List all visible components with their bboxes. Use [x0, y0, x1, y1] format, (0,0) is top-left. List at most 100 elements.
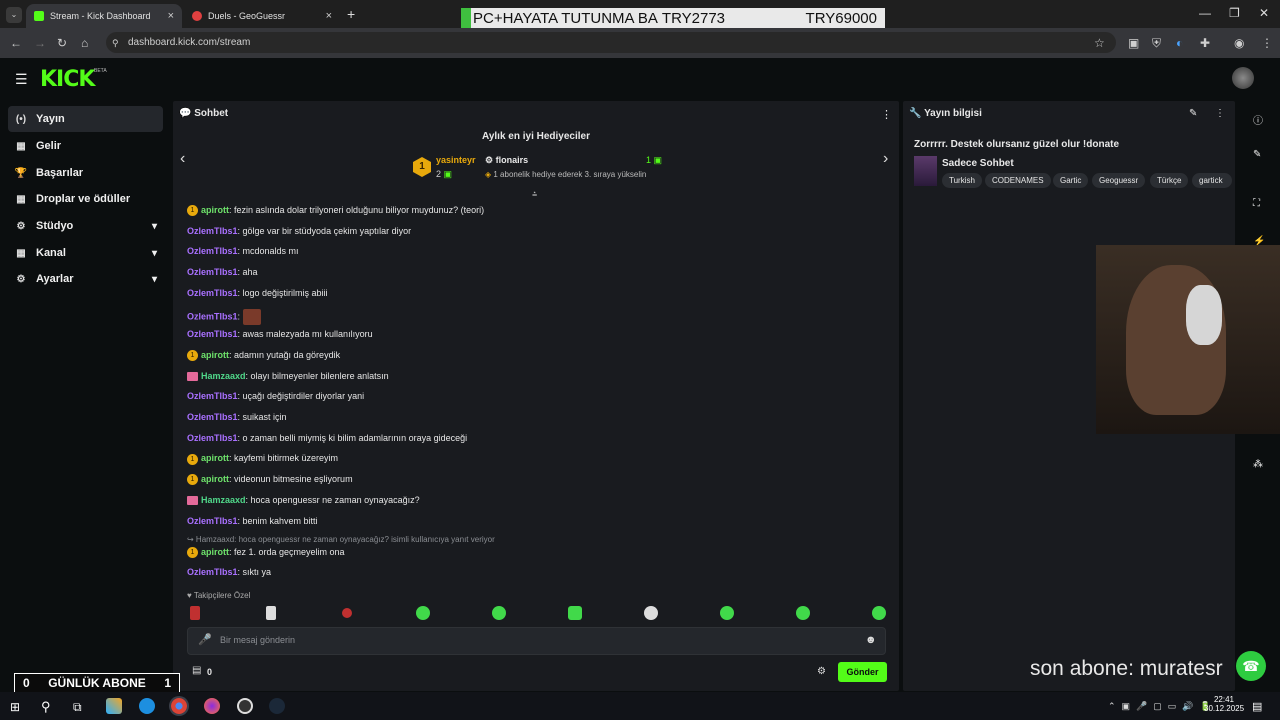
chat-username[interactable]: OzlemTlbs1: [187, 433, 238, 443]
extension-icon[interactable]: ▣: [1128, 36, 1139, 50]
copilot-icon[interactable]: [106, 698, 122, 714]
tab-search-button[interactable]: ⌄: [6, 7, 22, 23]
chat-username[interactable]: Hamzaaxd: [201, 371, 246, 381]
emote-item[interactable]: [872, 606, 886, 620]
firefox-icon[interactable]: [204, 698, 220, 714]
chat-username[interactable]: OzlemTlbs1: [187, 267, 238, 277]
edit-rail-icon[interactable]: ✎: [1253, 149, 1261, 160]
new-tab-button[interactable]: +: [347, 6, 355, 22]
user-avatar[interactable]: [1232, 67, 1254, 89]
sidebar-item-basarilar[interactable]: 🏆 Başarılar: [8, 160, 163, 186]
chevron-down-icon[interactable]: ▾: [152, 221, 157, 232]
emote-item[interactable]: [190, 606, 200, 620]
emote-item[interactable]: [720, 606, 734, 620]
clock[interactable]: 22:41 30.12.2025: [1204, 695, 1244, 713]
chat-username[interactable]: OzlemTlbs1: [187, 391, 238, 401]
sidebar-item-kanal[interactable]: ▦ Kanal ▾: [8, 240, 163, 266]
extension-blue-icon[interactable]: ◐: [1176, 36, 1183, 50]
edit-icon[interactable]: ✎: [1189, 108, 1197, 119]
search-icon[interactable]: ⚲: [41, 699, 51, 715]
emote-item[interactable]: [266, 606, 276, 620]
emote-item[interactable]: [416, 606, 430, 620]
info-icon[interactable]: ⓘ: [1253, 112, 1263, 127]
home-icon[interactable]: ⌂: [81, 36, 88, 50]
chat-username[interactable]: OzlemTlbs1: [187, 329, 238, 339]
sidebar-item-gelir[interactable]: ▦ Gelir: [8, 133, 163, 159]
subscriber-badge-icon: 1: [187, 350, 198, 362]
info-options-icon[interactable]: ⋮: [1215, 108, 1225, 119]
chat-settings-icon[interactable]: ⚙: [817, 666, 826, 677]
hamburger-menu-icon[interactable]: ☰: [15, 71, 28, 88]
chat-username[interactable]: apirott: [201, 474, 229, 484]
revenue-icon: ▦: [16, 140, 26, 152]
close-tab-icon[interactable]: ×: [326, 10, 332, 22]
tag-pill: gartick: [1192, 173, 1232, 188]
site-info-icon[interactable]: ⚲: [112, 38, 119, 49]
chat-username[interactable]: Hamzaaxd: [201, 495, 246, 505]
profile-icon[interactable]: ◉: [1234, 36, 1244, 50]
forward-icon[interactable]: →: [34, 36, 46, 50]
tab-geoguessr[interactable]: Duels - GeoGuessr ×: [184, 4, 340, 28]
edge-icon[interactable]: [139, 698, 155, 714]
chat-username[interactable]: OzlemTlbs1: [187, 226, 238, 236]
steam-icon[interactable]: [269, 698, 285, 714]
studio-icon: ⚙: [16, 220, 26, 232]
share-icon[interactable]: ⁂: [1253, 459, 1263, 470]
close-window-icon[interactable]: ✕: [1259, 6, 1269, 20]
sidebar-item-studyo[interactable]: ⚙ Stüdyo ▾: [8, 213, 163, 239]
emoji-icon[interactable]: ☻: [865, 634, 877, 646]
shield-icon[interactable]: ⛨: [1152, 36, 1161, 51]
emote-item[interactable]: [796, 606, 810, 620]
minimize-icon[interactable]: —: [1199, 6, 1211, 20]
support-chat-icon[interactable]: ☎: [1236, 651, 1266, 681]
notifications-icon[interactable]: ▤: [1252, 700, 1262, 713]
sidebar-item-ayarlar[interactable]: ⚙ Ayarlar ▾: [8, 266, 163, 292]
chat-username[interactable]: OzlemTlbs1: [187, 412, 238, 422]
chat-username[interactable]: OzlemTlbs1: [187, 246, 238, 256]
chat-username[interactable]: apirott: [201, 453, 229, 463]
chat-options-icon[interactable]: ⋮: [881, 108, 892, 121]
gifters-next-icon[interactable]: ›: [883, 150, 888, 168]
gifters-prev-icon[interactable]: ‹: [180, 150, 185, 168]
chevron-down-icon[interactable]: ▾: [152, 248, 157, 259]
system-tray-icons[interactable]: ⌃▣🎤▢▭🔊🔋: [1108, 701, 1217, 712]
focus-icon[interactable]: ⛶: [1253, 198, 1260, 209]
browser-menu-icon[interactable]: ⋮: [1261, 36, 1273, 50]
kick-logo[interactable]: KICK: [40, 67, 95, 92]
chat-username[interactable]: apirott: [201, 350, 229, 360]
emote-item[interactable]: [644, 606, 658, 620]
puzzle-icon[interactable]: ✚: [1200, 36, 1210, 50]
send-button[interactable]: Gönder: [838, 662, 887, 682]
chat-text: : hoca openguessr ne zaman oynayacağız?: [245, 494, 420, 505]
chat-username[interactable]: OzlemTlbs1: [187, 288, 238, 298]
chevron-down-icon[interactable]: ▾: [152, 274, 157, 285]
category-name[interactable]: Sadece Sohbet: [942, 158, 1014, 169]
windows-start-icon[interactable]: ⊞: [10, 700, 20, 714]
restore-icon[interactable]: ❐: [1229, 6, 1240, 20]
emote-item[interactable]: [568, 606, 582, 620]
chat-username[interactable]: apirott: [201, 547, 229, 557]
back-icon[interactable]: ←: [10, 36, 22, 50]
obs-icon[interactable]: [237, 698, 253, 714]
microphone-icon[interactable]: 🎤: [198, 633, 212, 646]
emote-item[interactable]: [492, 606, 506, 620]
task-view-icon[interactable]: ⧉: [73, 700, 82, 715]
collapse-gifters-icon[interactable]: ⩮: [532, 189, 537, 200]
clock-time: 22:41: [1213, 695, 1235, 704]
close-tab-icon[interactable]: ×: [168, 10, 174, 22]
tab-kick-dashboard[interactable]: Stream - Kick Dashboard ×: [26, 4, 182, 28]
gifter2-name[interactable]: ⚙ flonairs: [485, 155, 528, 166]
bookmark-star-icon[interactable]: ☆: [1094, 36, 1105, 50]
chat-username[interactable]: apirott: [201, 205, 229, 215]
chat-username[interactable]: OzlemTlbs1: [187, 311, 238, 321]
chat-username[interactable]: OzlemTlbs1: [187, 567, 238, 577]
reload-icon[interactable]: ↻: [57, 36, 67, 50]
sidebar-item-droplar[interactable]: ▦ Droplar ve ödüller: [8, 186, 163, 212]
sidebar-item-yayin[interactable]: (•) Yayın: [8, 106, 163, 132]
address-bar-input[interactable]: dashboard.kick.com/stream: [106, 32, 1116, 53]
chrome-icon[interactable]: [171, 698, 187, 714]
chat-message: OzlemTlbs1: logo değiştirilmiş abiii: [187, 288, 328, 298]
gifter-name[interactable]: yasinteyr: [436, 155, 476, 165]
emote-item[interactable]: [342, 608, 352, 618]
chat-username[interactable]: OzlemTlbs1: [187, 516, 238, 526]
